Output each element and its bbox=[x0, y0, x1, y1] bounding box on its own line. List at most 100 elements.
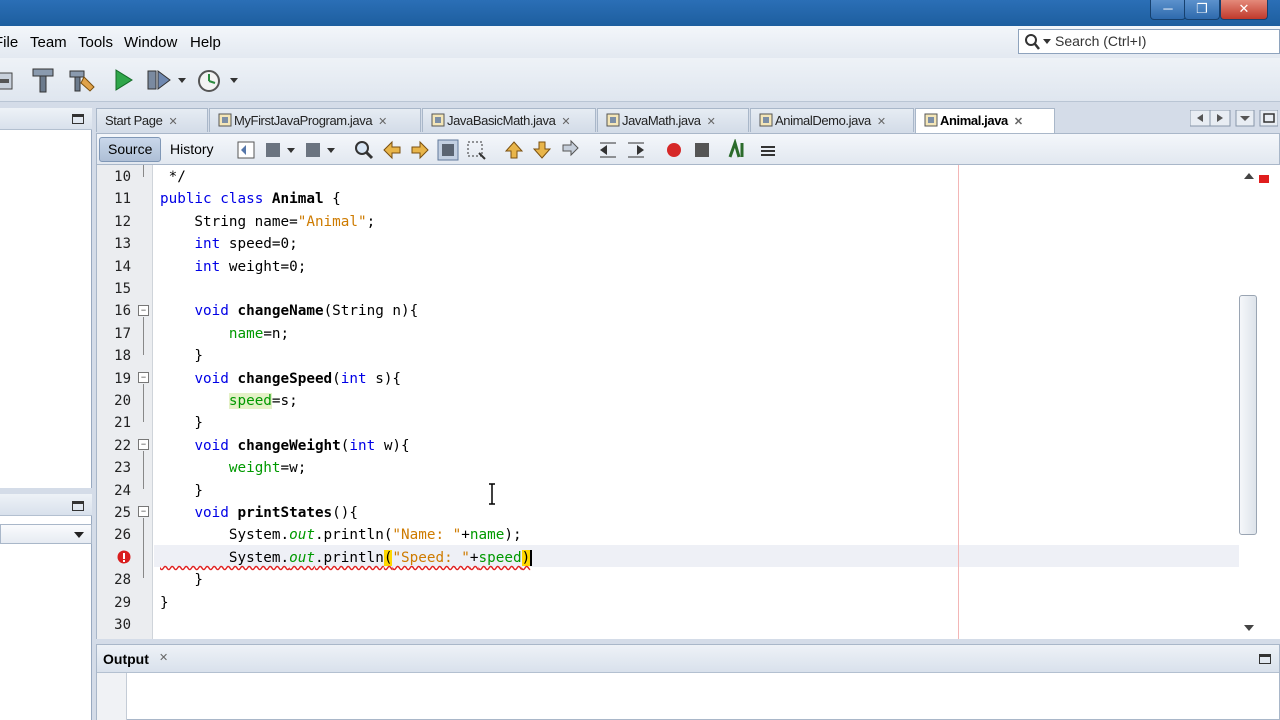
minimize-button[interactable]: ─ bbox=[1150, 0, 1186, 20]
profile-icon[interactable] bbox=[194, 65, 242, 95]
back-icon[interactable] bbox=[263, 139, 299, 161]
search-icon bbox=[1025, 34, 1051, 50]
code-line[interactable]: speed=s; bbox=[160, 393, 298, 409]
scrollbar-thumb[interactable] bbox=[1239, 295, 1257, 535]
toggle-highlight-icon[interactable] bbox=[437, 139, 459, 161]
close-tab-icon[interactable]: ✕ bbox=[378, 116, 387, 128]
start-macro-recording-icon[interactable] bbox=[663, 139, 685, 161]
close-tab-icon[interactable]: ✕ bbox=[707, 116, 716, 128]
line-number: 19 bbox=[114, 371, 131, 387]
fold-toggle-icon[interactable]: − bbox=[138, 506, 149, 517]
main-toolbar bbox=[0, 58, 1280, 102]
line-number: 14 bbox=[114, 259, 131, 275]
tab-navigation-controls bbox=[1190, 110, 1278, 127]
tab-animal[interactable]: Animal.java ✕ bbox=[915, 108, 1055, 133]
code-line[interactable]: System.out.println("Name: "+name); bbox=[160, 527, 522, 543]
code-line[interactable]: void changeName(String n){ bbox=[160, 303, 418, 319]
code-line[interactable]: } bbox=[160, 572, 203, 588]
comment-icon[interactable] bbox=[727, 139, 749, 161]
error-stripe-marker[interactable] bbox=[1259, 175, 1269, 183]
code-line[interactable]: String name="Animal"; bbox=[160, 214, 375, 230]
code-line[interactable]: */ bbox=[160, 169, 186, 185]
tab-javamath[interactable]: JavaMath.java ✕ bbox=[597, 108, 749, 132]
tab-label: Animal.java bbox=[940, 113, 1008, 128]
code-line[interactable]: name=n; bbox=[160, 326, 289, 342]
code-editor[interactable]: − − − − 10 11 12 13 14 15 16 17 18 19 20… bbox=[96, 165, 1280, 639]
close-tab-icon[interactable]: ✕ bbox=[1014, 116, 1023, 128]
save-all-icon[interactable] bbox=[0, 65, 16, 95]
line-number: 15 bbox=[114, 281, 131, 297]
error-icon[interactable] bbox=[117, 550, 131, 564]
next-bookmark-icon[interactable] bbox=[531, 139, 553, 161]
fold-toggle-icon[interactable]: − bbox=[138, 439, 149, 450]
navigator-dropdown[interactable] bbox=[0, 524, 92, 544]
tab-myfirstjavaprogram[interactable]: MyFirstJavaProgram.java ✕ bbox=[209, 108, 421, 132]
menu-help[interactable]: Help bbox=[190, 34, 221, 51]
build-hammer-icon[interactable] bbox=[28, 65, 58, 95]
menu-tools[interactable]: Tools bbox=[78, 34, 113, 51]
close-tab-icon[interactable]: ✕ bbox=[168, 116, 177, 128]
find-icon[interactable] bbox=[353, 139, 375, 161]
code-line[interactable]: } bbox=[160, 595, 169, 611]
line-number: 23 bbox=[114, 460, 131, 476]
code-line[interactable]: void printStates(){ bbox=[160, 505, 358, 521]
toggle-bookmark-icon[interactable] bbox=[559, 139, 581, 161]
debug-icon[interactable] bbox=[144, 65, 188, 95]
fold-guide bbox=[143, 165, 144, 177]
maximize-editor-icon[interactable] bbox=[1259, 110, 1278, 127]
minimize-pane-icon[interactable] bbox=[72, 501, 84, 511]
clean-build-icon[interactable] bbox=[66, 65, 96, 95]
history-button[interactable]: History bbox=[161, 137, 223, 162]
search-placeholder: Search (Ctrl+I) bbox=[1055, 33, 1147, 49]
tab-start-page[interactable]: Start Page ✕ bbox=[96, 108, 208, 132]
tab-label: MyFirstJavaProgram.java bbox=[234, 113, 373, 128]
code-line[interactable]: int weight=0; bbox=[160, 259, 306, 275]
tab-animaldemo[interactable]: AnimalDemo.java ✕ bbox=[750, 108, 914, 132]
editor-tabs: Start Page ✕ MyFirstJavaProgram.java ✕ Jav… bbox=[96, 108, 1280, 133]
line-number: 16 bbox=[114, 303, 131, 319]
last-edit-icon[interactable] bbox=[235, 139, 257, 161]
source-button[interactable]: Source bbox=[99, 137, 162, 162]
forward-icon[interactable] bbox=[303, 139, 339, 161]
run-icon[interactable] bbox=[108, 65, 138, 95]
code-line[interactable]: weight=w; bbox=[160, 460, 306, 476]
code-line[interactable]: int speed=0; bbox=[160, 236, 297, 252]
line-number: 30 bbox=[114, 617, 131, 633]
code-line[interactable]: public class Animal { bbox=[160, 191, 341, 207]
code-line[interactable]: } bbox=[160, 415, 203, 431]
menu-window[interactable]: Window bbox=[124, 34, 177, 51]
uncomment-icon[interactable] bbox=[757, 139, 779, 161]
close-button[interactable]: ✕ bbox=[1220, 0, 1268, 20]
toggle-rectangular-selection-icon[interactable] bbox=[465, 139, 487, 161]
code-line[interactable]: } bbox=[160, 348, 203, 364]
tab-label: Start Page bbox=[105, 113, 163, 128]
shift-right-icon[interactable] bbox=[625, 139, 647, 161]
maximize-button[interactable]: ❐ bbox=[1184, 0, 1220, 20]
navigator-pane bbox=[0, 494, 92, 720]
close-output-icon[interactable]: ✕ bbox=[159, 651, 168, 664]
code-line[interactable]: System.out.println("Speed: "+speed) bbox=[160, 550, 533, 566]
find-previous-icon[interactable] bbox=[381, 139, 403, 161]
fold-guide bbox=[143, 518, 144, 578]
menu-file[interactable]: File bbox=[0, 34, 18, 51]
close-tab-icon[interactable]: ✕ bbox=[877, 116, 886, 128]
close-tab-icon[interactable]: ✕ bbox=[561, 116, 570, 128]
minimize-pane-icon[interactable] bbox=[72, 114, 84, 124]
line-number: 17 bbox=[114, 326, 131, 342]
minimize-pane-icon[interactable] bbox=[1259, 654, 1271, 664]
fold-toggle-icon[interactable]: − bbox=[138, 305, 149, 316]
tab-javabasicmath[interactable]: JavaBasicMath.java ✕ bbox=[422, 108, 596, 132]
search-input[interactable]: Search (Ctrl+I) bbox=[1018, 29, 1280, 54]
shift-left-icon[interactable] bbox=[597, 139, 619, 161]
fold-toggle-icon[interactable]: − bbox=[138, 372, 149, 383]
code-line[interactable]: void changeWeight(int w){ bbox=[160, 438, 409, 454]
previous-bookmark-icon[interactable] bbox=[503, 139, 525, 161]
line-number: 13 bbox=[114, 236, 131, 252]
menu-team[interactable]: Team bbox=[30, 34, 67, 51]
find-next-icon[interactable] bbox=[409, 139, 431, 161]
stop-macro-recording-icon[interactable] bbox=[691, 139, 713, 161]
code-line[interactable]: } bbox=[160, 483, 203, 499]
output-title[interactable]: Output bbox=[103, 651, 149, 667]
code-line[interactable]: void changeSpeed(int s){ bbox=[160, 371, 401, 387]
ibeam-cursor-icon bbox=[489, 483, 495, 505]
